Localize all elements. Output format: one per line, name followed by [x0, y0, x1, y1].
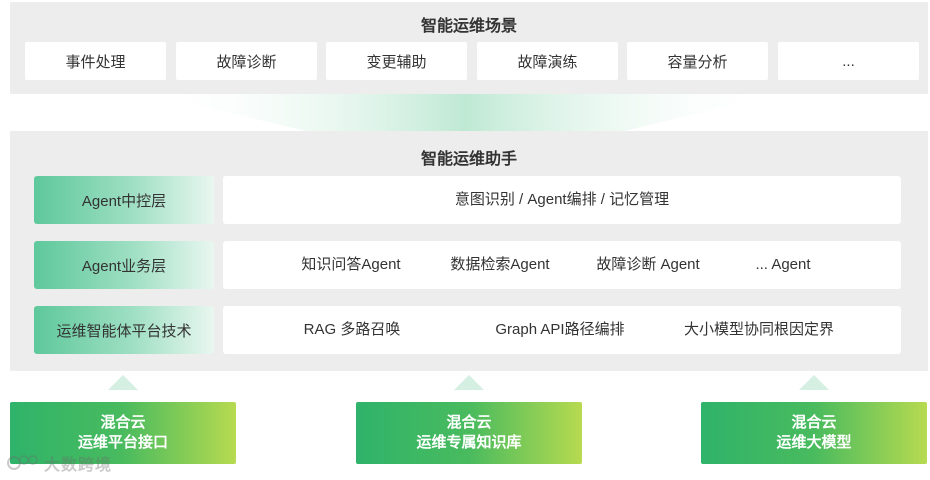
- platform-item-rootcause: 大小模型协同根因定界: [683, 321, 835, 338]
- scenario-item-drill: 故障演练: [477, 42, 618, 80]
- layer-label-business: Agent业务层: [34, 241, 214, 289]
- foundation-line1: 混合云: [791, 414, 837, 431]
- foundation-knowledge-base: 混合云 运维专属知识库: [356, 402, 582, 464]
- scenario-panel-title: 智能运维场景: [420, 18, 517, 35]
- up-arrow-icon: [108, 375, 138, 390]
- layer-label-control: Agent中控层: [34, 176, 214, 224]
- foundation-line1: 混合云: [100, 414, 146, 431]
- platform-item-rag: RAG 多路召唤: [303, 321, 401, 338]
- business-item-retrieval: 数据检索Agent: [450, 256, 550, 273]
- layer-content-platform: RAG 多路召唤 Graph API路径编排 大小模型协同根因定界: [223, 306, 901, 354]
- scenario-item-diagnosis: 故障诊断: [176, 42, 317, 80]
- control-layer-item: 意图识别 / Agent编排 / 记忆管理: [454, 191, 670, 208]
- watermark-text: 大数跨境: [44, 457, 113, 474]
- scenario-panel: 智能运维场景 事件处理 故障诊断 变更辅助 故障演练 容量分析 ...: [10, 2, 928, 94]
- business-item-qa: 知识问答Agent: [301, 256, 401, 273]
- foundation-line1: 混合云: [446, 414, 492, 431]
- up-arrow-icon: [799, 375, 829, 390]
- assistant-panel-title: 智能运维助手: [420, 151, 517, 168]
- foundation-large-model: 混合云 运维大模型: [701, 402, 927, 464]
- watermark: 大数跨境: [6, 450, 112, 476]
- up-arrow-icon: [454, 375, 484, 390]
- watermark-logo-icon: [7, 455, 38, 470]
- assistant-panel: 智能运维助手 Agent中控层 意图识别 / Agent编排 / 记忆管理 Ag…: [10, 131, 928, 371]
- business-item-diagnosis: 故障诊断 Agent: [596, 256, 700, 273]
- funnel-connector: [150, 94, 780, 132]
- foundation-line2: 运维专属知识库: [416, 434, 522, 451]
- foundation-line2: 运维大模型: [776, 434, 852, 451]
- scenario-item-capacity: 容量分析: [627, 42, 768, 80]
- scenario-item-change: 变更辅助: [326, 42, 467, 80]
- platform-item-graph: Graph API路径编排: [495, 321, 625, 338]
- scenario-item-incident: 事件处理: [25, 42, 166, 80]
- scenario-item-more: ...: [778, 42, 919, 80]
- layer-label-platform: 运维智能体平台技术: [34, 306, 214, 354]
- business-item-more: ... Agent: [755, 256, 811, 273]
- layer-content-business: 知识问答Agent 数据检索Agent 故障诊断 Agent ... Agent: [223, 241, 901, 289]
- layer-content-control: 意图识别 / Agent编排 / 记忆管理: [223, 176, 901, 224]
